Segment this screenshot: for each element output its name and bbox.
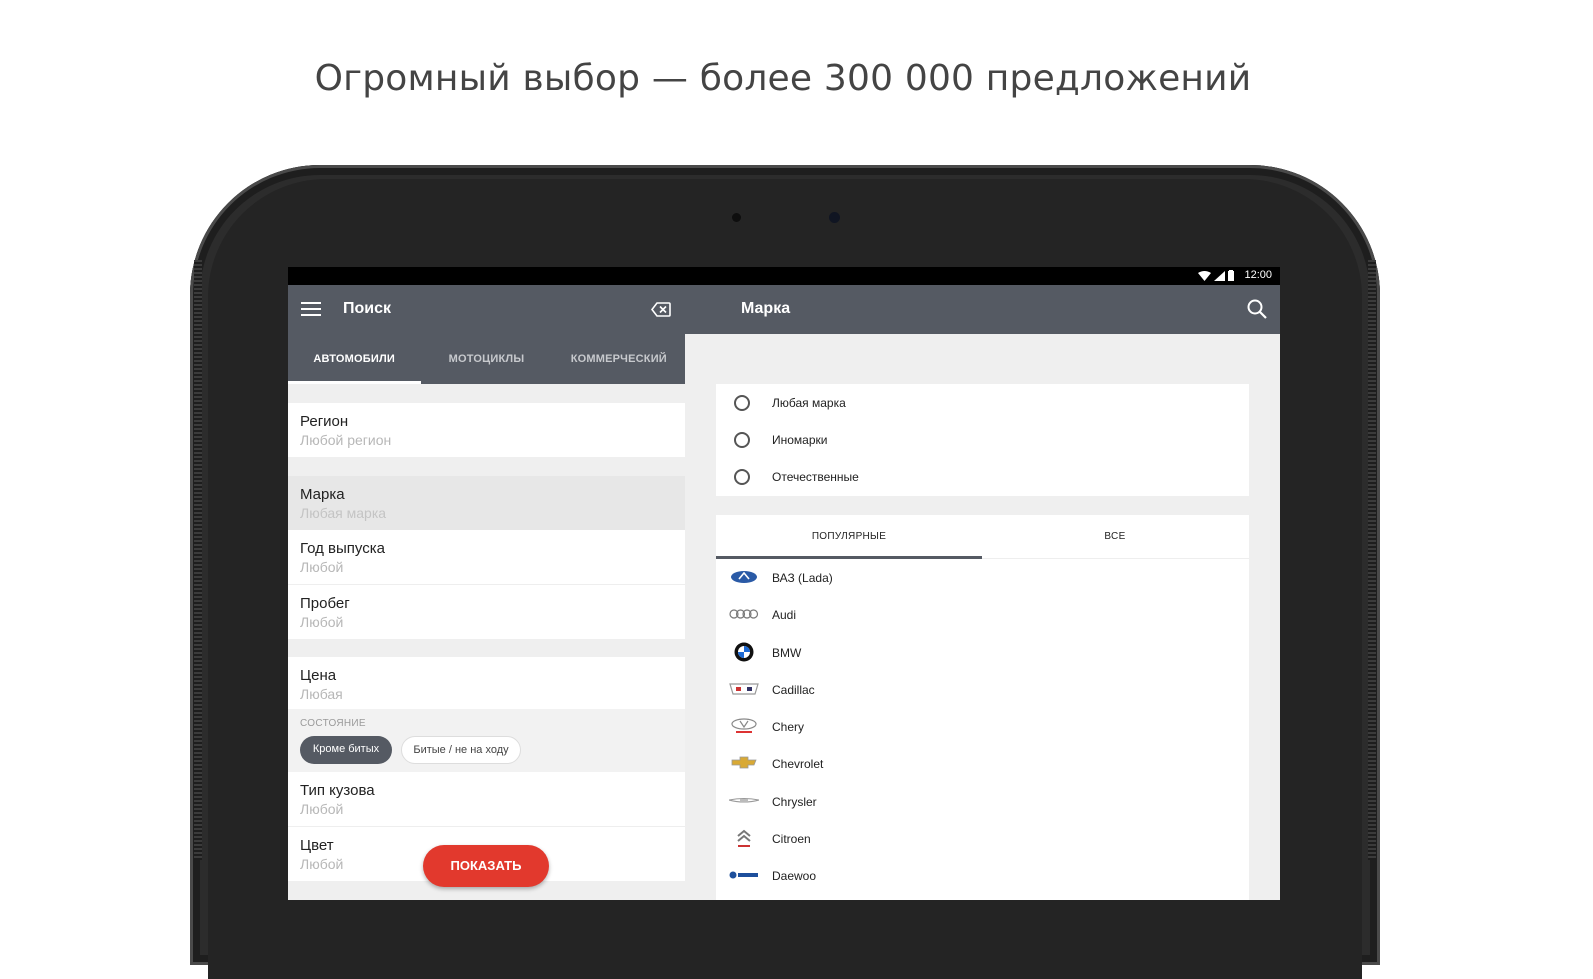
year-value: Любой — [300, 559, 344, 575]
daewoo-logo-icon — [728, 865, 760, 885]
tab-cars[interactable]: АВТОМОБИЛИ — [288, 334, 422, 384]
promo-headline: Огромный выбор — более 300 000 предложен… — [314, 58, 1252, 99]
year-label: Год выпуска — [300, 540, 385, 557]
tablet-screen: 12:00 Поиск АВТОМОБИЛИ МОТОЦИКЛЫ КОММЕРЧ… — [288, 267, 1280, 900]
left-speaker-grille — [194, 260, 202, 860]
chrysler-logo-icon — [728, 791, 760, 811]
brand-label: Марка — [300, 486, 345, 503]
subtab-popular[interactable]: ПОПУЛЯРНЫЕ — [716, 531, 982, 542]
front-camera — [829, 212, 840, 223]
condition-caption: СОСТОЯНИЕ — [300, 718, 366, 729]
bmw-logo-icon — [728, 642, 760, 662]
body-type-field[interactable]: Тип кузова Любой — [288, 772, 685, 826]
brand-item-audi[interactable]: Audi — [716, 596, 1249, 633]
radio-button[interactable] — [734, 395, 750, 411]
region-field[interactable]: Регион Любой регион — [288, 403, 685, 457]
brand-name: BMW — [772, 645, 802, 660]
brand-item-daewoo[interactable]: Daewoo — [716, 857, 1249, 894]
radio-button[interactable] — [734, 432, 750, 448]
signal-icon — [1214, 271, 1225, 281]
mileage-field[interactable]: Пробег Любой — [288, 585, 685, 639]
status-bar: 12:00 — [288, 267, 1280, 285]
radio-label: Любая марка — [772, 396, 846, 410]
vehicle-tabs: АВТОМОБИЛИ МОТОЦИКЛЫ КОММЕРЧЕСКИЙ — [288, 334, 685, 384]
mileage-label: Пробег — [300, 595, 350, 612]
brand-item-bmw[interactable]: BMW — [716, 634, 1249, 671]
chery-logo-icon — [728, 716, 760, 736]
right-speaker-grille — [1368, 260, 1376, 860]
brand-group-card: Любая марка Иномарки Отечественные — [716, 384, 1249, 496]
brand-name: Daewoo — [772, 869, 817, 884]
wifi-icon — [1198, 271, 1211, 281]
radio-any-brand[interactable]: Любая марка — [716, 384, 1249, 421]
body-type-value: Любой — [300, 801, 344, 817]
subtab-all[interactable]: ВСЕ — [982, 531, 1248, 542]
show-results-button[interactable]: ПОКАЗАТЬ — [423, 845, 549, 887]
lada-logo-icon — [728, 567, 760, 587]
brand-item-chrysler[interactable]: Chrysler — [716, 783, 1249, 820]
search-icon[interactable] — [1247, 299, 1267, 319]
brand-name: Audi — [772, 608, 797, 623]
brand-field[interactable]: Марка Любая марка — [288, 476, 685, 530]
chip-damaged[interactable]: Битые / не на ходу — [401, 736, 521, 764]
price-field[interactable]: Цена Любая — [288, 657, 685, 711]
year-field[interactable]: Год выпуска Любой — [288, 530, 685, 584]
tab-commercial[interactable]: КОММЕРЧЕСКИЙ — [553, 334, 685, 384]
citroen-logo-icon — [728, 828, 760, 848]
region-label: Регион — [300, 413, 349, 430]
battery-icon — [1228, 270, 1234, 281]
brand-name: ВАЗ (Lada) — [772, 571, 833, 585]
brand-name: Chery — [772, 720, 805, 735]
brand-list-card: ПОПУЛЯРНЫЕ ВСЕ ВАЗ (Lada) Audi BMW Cadil… — [716, 515, 1249, 900]
brand-toolbar: Марка — [685, 285, 1280, 334]
search-toolbar: Поиск — [288, 285, 685, 334]
brand-name: Chrysler — [772, 794, 817, 809]
chip-not-damaged[interactable]: Кроме битых — [300, 736, 392, 764]
menu-icon[interactable] — [301, 301, 321, 317]
clear-icon[interactable] — [651, 302, 671, 317]
region-value: Любой регион — [300, 432, 392, 448]
radio-label: Иномарки — [772, 433, 828, 447]
audi-logo-icon — [728, 604, 760, 624]
brand-name: Citroen — [772, 832, 811, 847]
body-type-label: Тип кузова — [300, 782, 375, 799]
radio-button[interactable] — [734, 469, 750, 485]
radio-domestic[interactable]: Отечественные — [716, 458, 1249, 495]
brand-item-cadillac[interactable]: Cadillac — [716, 671, 1249, 708]
brand-panel: Марка Любая марка Иномарки Отечественные… — [685, 285, 1280, 900]
mileage-value: Любой — [300, 614, 344, 630]
cadillac-logo-icon — [728, 679, 760, 699]
brand-item-vaz[interactable]: ВАЗ (Lada) — [716, 559, 1249, 596]
brand-panel-title: Марка — [741, 300, 791, 317]
sensor-dot — [732, 213, 741, 222]
brand-name: Cadillac — [772, 682, 815, 697]
radio-label: Отечественные — [772, 470, 859, 484]
brand-item-citroen[interactable]: Citroen — [716, 820, 1249, 857]
condition-section: СОСТОЯНИЕ Кроме битых Битые / не на ходу — [288, 709, 685, 772]
search-panel: Поиск АВТОМОБИЛИ МОТОЦИКЛЫ КОММЕРЧЕСКИЙ … — [288, 285, 685, 900]
brand-name: Chevrolet — [772, 757, 824, 772]
brand-value: Любая марка — [300, 505, 387, 521]
radio-foreign[interactable]: Иномарки — [716, 421, 1249, 458]
clock: 12:00 — [1244, 269, 1272, 281]
price-label: Цена — [300, 667, 337, 684]
tab-motorcycles[interactable]: МОТОЦИКЛЫ — [420, 334, 552, 384]
brand-item-chery[interactable]: Chery — [716, 708, 1249, 745]
brand-subtabs: ПОПУЛЯРНЫЕ ВСЕ — [716, 515, 1249, 559]
search-title: Поиск — [343, 300, 392, 317]
chevrolet-logo-icon — [728, 753, 760, 773]
brand-item-chevrolet[interactable]: Chevrolet — [716, 745, 1249, 782]
price-value: Любая — [300, 686, 343, 702]
